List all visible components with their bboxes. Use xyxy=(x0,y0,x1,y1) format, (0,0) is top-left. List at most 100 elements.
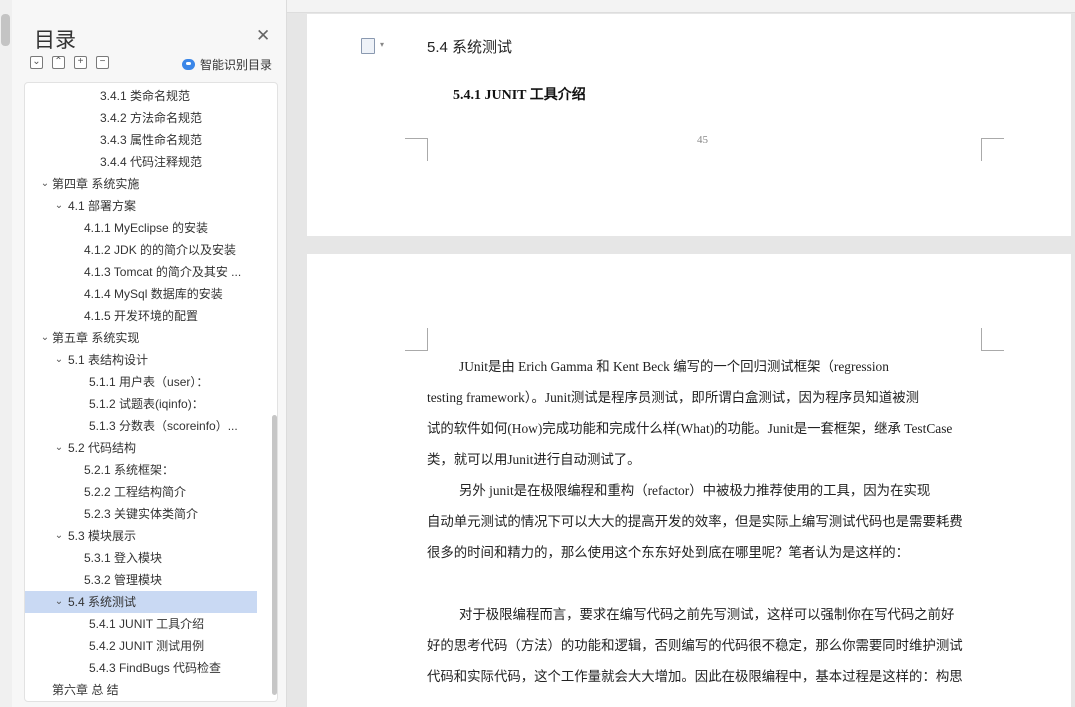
document-page-46: JUnit是由 Erich Gamma 和 Kent Beck 编写的一个回归测… xyxy=(307,254,1071,707)
toc-item[interactable]: 5.1.2 试题表(iqinfo)： xyxy=(25,393,257,415)
chevron-down-icon[interactable]: ⌄ xyxy=(53,591,65,613)
toc-item[interactable]: 5.4.1 JUNIT 工具介绍 xyxy=(25,613,257,635)
toc-item[interactable]: 3.4.4 代码注释规范 xyxy=(25,151,257,173)
toc-item-label: 4.1.1 MyEclipse 的安装 xyxy=(84,221,209,235)
paragraph-line: 对于极限编程而言，要求在编写代码之前先写测试，这样可以强制你在写代码之前好 xyxy=(459,607,955,622)
toc-item[interactable]: ⌄ 第五章 系统实现 xyxy=(25,327,257,349)
close-icon[interactable]: ✕ xyxy=(256,26,270,46)
document-page-45: ▾ 5.4 系统测试 5.4.1 JUNIT 工具介绍 45 xyxy=(307,14,1071,236)
remove-item-icon[interactable]: − xyxy=(96,56,109,69)
paragraph-line: 代码和实际代码，这个工作量就会大大增加。因此在极限编程中，基本过程是这样的：构思 xyxy=(427,669,963,684)
toc-item[interactable]: 5.4.3 FindBugs 代码检查 xyxy=(25,657,257,679)
toc-item[interactable]: ⌄ 4.1 部署方案 xyxy=(25,195,257,217)
toc-toolbar: ⌄ ⌃ + − xyxy=(30,56,109,69)
toc-item[interactable]: ⌄ 5.1 表结构设计 xyxy=(25,349,257,371)
toc-list: 3.4.1 类命名规范 3.4.2 方法命名规范 3.4.3 属性命名规范 3.4.4… xyxy=(24,82,278,702)
toc-item-label: 4.1.4 MySql 数据库的安装 xyxy=(84,287,223,301)
toc-item-label: 3.4.1 类命名规范 xyxy=(100,89,191,103)
toc-item-label: 5.3.1 登入模块 xyxy=(84,551,163,565)
toc-item-label: 5.2.1 系统框架： xyxy=(84,463,175,477)
toc-item[interactable]: 5.4.2 JUNIT 测试用例 xyxy=(25,635,257,657)
section-heading: 5.4 系统测试 xyxy=(427,39,513,56)
toc-item-label: 5.4.2 JUNIT 测试用例 xyxy=(89,639,205,653)
toc-item[interactable]: 3.4.2 方法命名规范 xyxy=(25,107,257,129)
toc-item[interactable]: ⌄ 5.2 代码结构 xyxy=(25,437,257,459)
toc-item-label: 5.4.3 FindBugs 代码检查 xyxy=(89,661,222,675)
chevron-down-icon[interactable]: ⌄ xyxy=(39,173,51,195)
toc-item[interactable]: 5.3.1 登入模块 xyxy=(25,547,257,569)
smart-recognize-button[interactable]: 智能识别目录 xyxy=(182,56,272,73)
toc-item-label: 5.1.1 用户表（user）： xyxy=(89,375,209,389)
toc-item-label: 第六章 总 结 xyxy=(52,683,119,697)
toc-item-label: 5.4.1 JUNIT 工具介绍 xyxy=(89,617,205,631)
toc-item-label: 第四章 系统实施 xyxy=(52,177,140,191)
subsection-heading: 5.4.1 JUNIT 工具介绍 xyxy=(453,88,586,103)
collapse-all-icon[interactable]: ⌄ xyxy=(30,56,43,69)
toc-item[interactable]: 5.2.2 工程结构简介 xyxy=(25,481,257,503)
paragraph-line: 自动单元测试的情况下可以大大的提高开发的效率，但是实际上编写测试代码也是需要耗费 xyxy=(427,514,963,529)
toc-item-label: 5.3.2 管理模块 xyxy=(84,573,163,587)
add-item-icon[interactable]: + xyxy=(74,56,87,69)
page-number: 45 xyxy=(697,134,708,146)
toc-item[interactable]: 4.1.2 JDK 的的简介以及安装 xyxy=(25,239,257,261)
toc-item-label: 4.1 部署方案 xyxy=(68,199,137,213)
toc-item[interactable]: 3.4.3 属性命名规范 xyxy=(25,129,257,151)
toc-title: 目录 xyxy=(34,29,76,52)
top-ruler xyxy=(287,0,1075,13)
paragraph-line: testing framework）。Junit测试是程序员测试，即所谓白盒测试… xyxy=(427,390,920,405)
toc-item[interactable]: 5.2.3 关键实体类简介 xyxy=(25,503,257,525)
toc-item-label: 第五章 系统实现 xyxy=(52,331,140,345)
toc-item[interactable]: 5.1.1 用户表（user）： xyxy=(25,371,257,393)
toc-item[interactable]: 4.1.4 MySql 数据库的安装 xyxy=(25,283,257,305)
toc-item[interactable]: 5.1.3 分数表（scoreinfo）... xyxy=(25,415,257,437)
paragraph-line: 类，就可以用Junit进行自动测试了。 xyxy=(427,452,641,467)
toc-item[interactable]: ⌄ 5.3 模块展示 xyxy=(25,525,257,547)
margin-corner-top-left xyxy=(405,328,428,351)
chevron-down-icon[interactable]: ⌄ xyxy=(53,525,65,547)
toc-item[interactable]: ⌄ 5.4 系统测试 xyxy=(25,591,257,613)
toc-item-label: 5.3 模块展示 xyxy=(68,529,137,543)
paragraph-line: 另外 junit是在极限编程和重构（refactor）中被极力推荐使用的工具，因… xyxy=(459,483,931,498)
chevron-down-icon[interactable]: ▾ xyxy=(380,40,384,49)
chevron-down-icon[interactable]: ⌄ xyxy=(39,327,51,349)
toc-item-label: 4.1.5 开发环境的配置 xyxy=(84,309,199,323)
paragraph-line xyxy=(427,568,983,599)
toc-item[interactable]: 5.3.2 管理模块 xyxy=(25,569,257,591)
toc-item[interactable]: 3.4.1 类命名规范 xyxy=(25,85,257,107)
toc-item-label: 3.4.3 属性命名规范 xyxy=(100,133,203,147)
paragraph-line: 很多的时间和精力的，那么使用这个东东好处到底在哪里呢？笔者认为是这样的： xyxy=(427,545,910,560)
toc-item[interactable]: ⌄ 第四章 系统实施 xyxy=(25,173,257,195)
margin-corner-bottom-right xyxy=(981,138,1004,161)
nav-strip-thumb[interactable] xyxy=(1,14,10,46)
smart-recognize-icon xyxy=(182,59,195,70)
toc-item-label: 5.4 系统测试 xyxy=(68,595,137,609)
toc-item[interactable]: 4.1.5 开发环境的配置 xyxy=(25,305,257,327)
toc-item[interactable]: 5.2.1 系统框架： xyxy=(25,459,257,481)
margin-corner-top-right xyxy=(981,328,1004,351)
toc-item-label: 5.2 代码结构 xyxy=(68,441,137,455)
chevron-down-icon[interactable]: ⌄ xyxy=(53,195,65,217)
document-area: ▾ 5.4 系统测试 5.4.1 JUNIT 工具介绍 45 JUnit是由 E… xyxy=(287,0,1075,707)
toc-item-label: 5.1 表结构设计 xyxy=(68,353,149,367)
toc-item-label: 5.2.2 工程结构简介 xyxy=(84,485,187,499)
chevron-down-icon[interactable]: ⌄ xyxy=(53,437,65,459)
paragraph-line: 试的软件如何(How)完成功能和完成什么样(What)的功能。Junit是一套框… xyxy=(427,421,953,436)
toc-panel: 目录 ✕ ⌄ ⌃ + − 智能识别目录 3.4.1 类命名规范 3.4.2 方法命… xyxy=(12,0,287,707)
toc-item[interactable]: 第六章 总 结 xyxy=(25,679,257,701)
paragraph-line: 好的思考代码（方法）的功能和逻辑，否则编写的代码很不稳定，那么你需要同时维护测试 xyxy=(427,638,963,653)
toc-item-label: 5.1.2 试题表(iqinfo)： xyxy=(89,397,204,411)
toc-item-label: 5.1.3 分数表（scoreinfo）... xyxy=(89,419,238,433)
toc-scrollbar[interactable] xyxy=(272,415,277,695)
paragraph-line: JUnit是由 Erich Gamma 和 Kent Beck 编写的一个回归测… xyxy=(459,359,889,374)
toc-item[interactable]: 4.1.1 MyEclipse 的安装 xyxy=(25,217,257,239)
toc-item-label: 4.1.3 Tomcat 的简介及其安 ... xyxy=(84,265,242,279)
toc-item[interactable]: 4.1.3 Tomcat 的简介及其安 ... xyxy=(25,261,257,283)
smart-recognize-label: 智能识别目录 xyxy=(200,58,273,72)
margin-corner-bottom-left xyxy=(405,138,428,161)
toc-item-label: 4.1.2 JDK 的的简介以及安装 xyxy=(84,243,237,257)
toc-item-label: 3.4.4 代码注释规范 xyxy=(100,155,203,169)
expand-level-icon[interactable]: ⌃ xyxy=(52,56,65,69)
toc-item-label: 5.2.3 关键实体类简介 xyxy=(84,507,199,521)
chevron-down-icon[interactable]: ⌄ xyxy=(53,349,65,371)
page-icon[interactable] xyxy=(361,38,375,54)
